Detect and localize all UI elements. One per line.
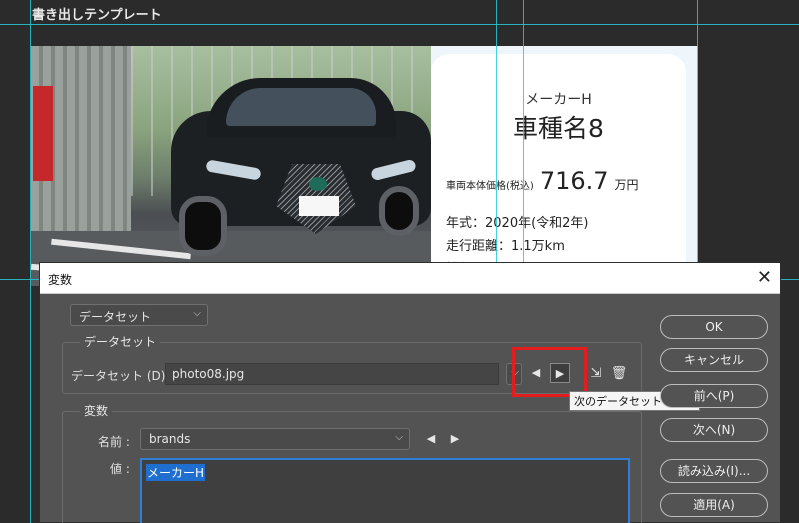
price-value: 716.7: [539, 167, 609, 195]
price-unit: 万円: [614, 178, 639, 192]
license-plate: [299, 196, 339, 216]
variable-name-value: brands: [149, 432, 191, 446]
mode-select[interactable]: データセット ⌵: [70, 304, 208, 326]
variable-group-label: 変数: [80, 402, 113, 419]
close-icon[interactable]: ✕: [757, 267, 772, 288]
apply-button[interactable]: 適用(A): [660, 493, 768, 517]
mode-select-label: データセット: [79, 310, 152, 324]
price-row: 車両本体価格(税込) 716.7 万円: [446, 167, 639, 195]
variable-value-text: メーカーH: [146, 464, 206, 481]
chevron-down-icon: ⌵: [395, 432, 403, 443]
document-title: 書き出しテンプレート: [32, 8, 162, 23]
load-button[interactable]: 読み込み(I)...: [660, 459, 768, 483]
ok-button[interactable]: OK: [660, 315, 768, 339]
spec-mileage: 走行距離：1.1万km: [446, 239, 565, 254]
variables-dialog: 変数 ✕ データセット ⌵ データセット データセット (D) : photo0…: [39, 262, 781, 523]
name-field-label: 名前 :: [98, 435, 130, 449]
triangle-right-icon[interactable]: ▶: [445, 429, 465, 449]
import-icon[interactable]: ⇲: [587, 365, 605, 383]
dataset-group-label: データセット: [80, 333, 161, 350]
chevron-down-icon: ⌵: [193, 308, 201, 319]
maker-name: メーカーH: [525, 92, 592, 108]
next-button[interactable]: 次へ(N): [660, 418, 768, 442]
value-field-label: 値 :: [110, 462, 130, 476]
prev-button[interactable]: 前へ(P): [660, 384, 768, 408]
wheel-left: [179, 196, 227, 256]
info-card: メーカーH 車種名8 車両本体価格(税込) 716.7 万円 年式：2020年(…: [431, 54, 686, 286]
cancel-button[interactable]: キャンセル: [660, 348, 768, 372]
variable-name-select[interactable]: brands ⌵: [140, 428, 410, 450]
guide-line-horizontal: [0, 24, 799, 25]
car-photo: [31, 46, 431, 286]
dialog-title: 変数: [48, 273, 73, 287]
trash-icon[interactable]: 🗑: [610, 365, 628, 383]
variable-value-textarea[interactable]: メーカーH: [140, 458, 630, 523]
dataset-field-label: データセット (D) :: [71, 369, 174, 383]
red-cabinet: [33, 86, 53, 181]
spec-year: 年式：2020年(令和2年): [446, 216, 589, 231]
dataset-field[interactable]: photo08.jpg: [165, 363, 499, 385]
artboard: メーカーH 車種名8 車両本体価格(税込) 716.7 万円 年式：2020年(…: [31, 46, 698, 286]
triangle-left-icon[interactable]: ◀: [421, 429, 441, 449]
dialog-titlebar: 変数 ✕: [40, 263, 780, 294]
guide-line-vertical: [30, 0, 31, 523]
price-label: 車両本体価格(税込): [446, 181, 534, 192]
highlight-annotation: [512, 347, 587, 397]
car-windshield: [226, 88, 376, 126]
wheel-right: [379, 186, 419, 236]
car-emblem: [309, 177, 327, 191]
model-name: 車種名8: [513, 114, 604, 143]
